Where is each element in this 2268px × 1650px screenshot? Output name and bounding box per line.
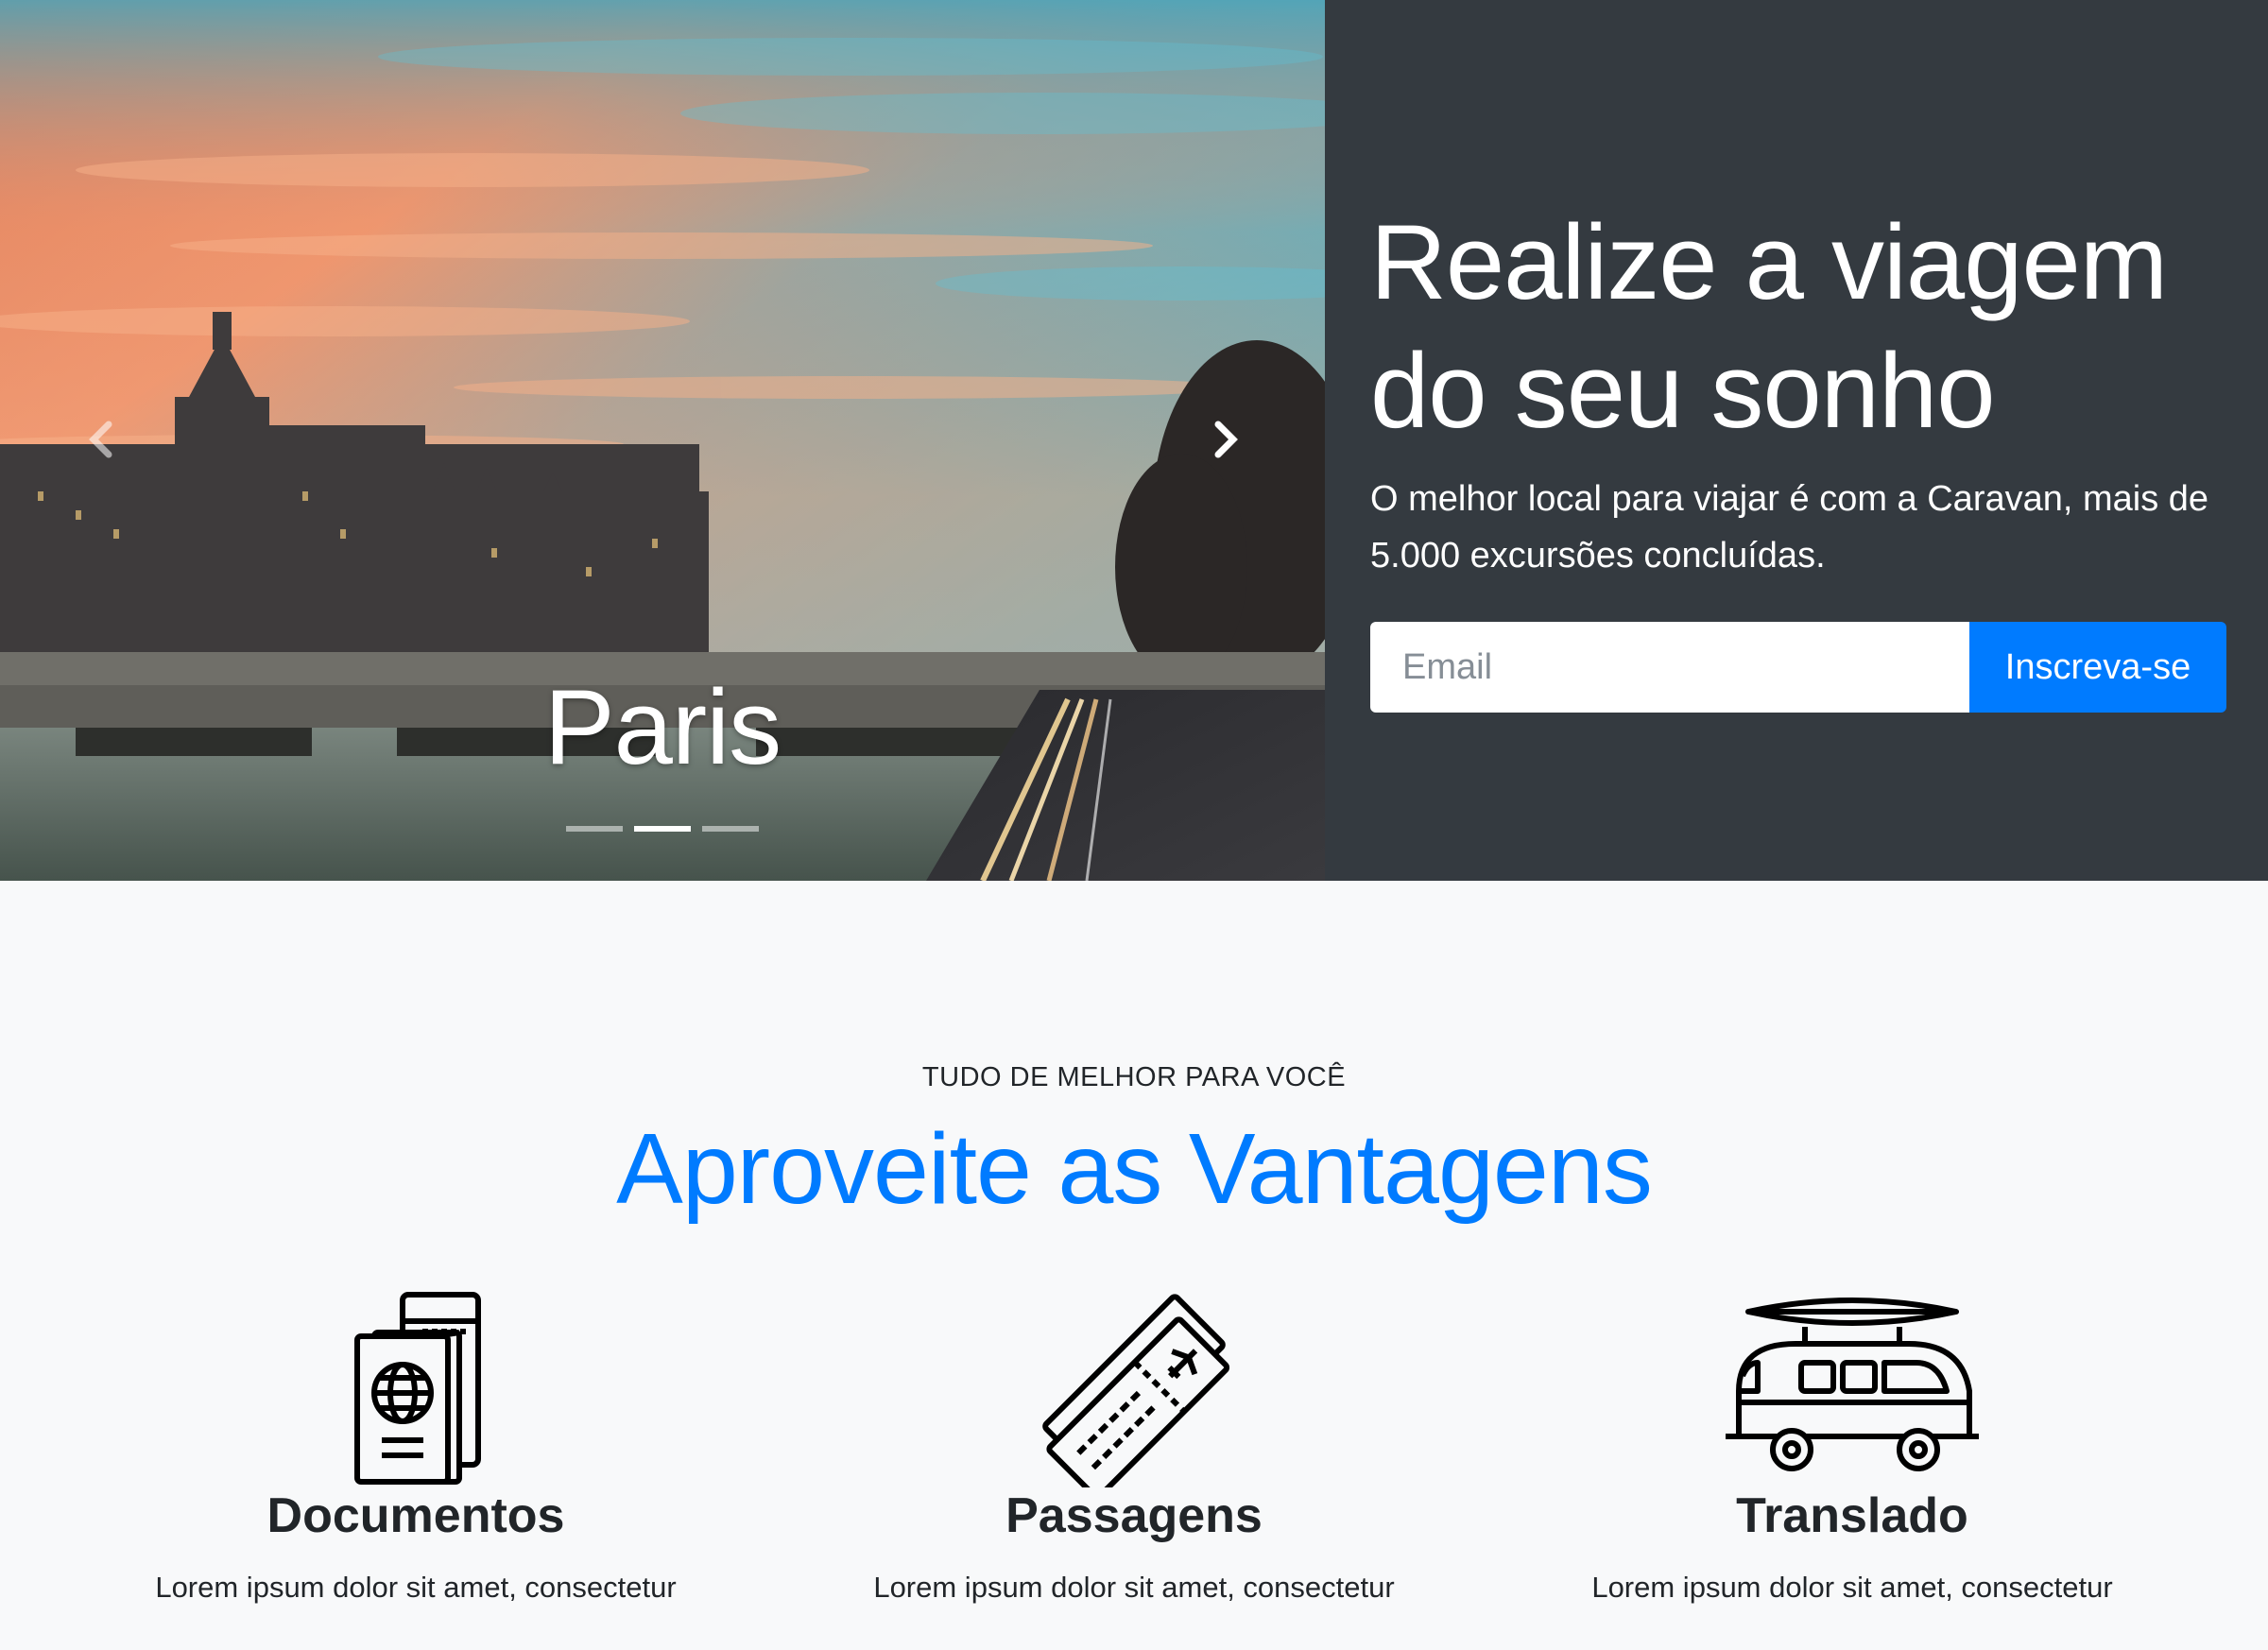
feature-card-translado: Translado Lorem ipsum dolor sit amet, co… [1493,1289,2211,1605]
feature-card-documentos: Documentos Lorem ipsum dolor sit amet, c… [57,1289,775,1605]
slide-caption: Paris [543,668,782,786]
chevron-left-icon [89,421,112,458]
carousel-indicator[interactable] [566,826,623,832]
features-heading: Aproveite as Vantagens [616,1113,1653,1225]
carousel-indicator[interactable] [702,826,759,832]
carousel-prev-button[interactable] [68,406,134,473]
feature-card-passagens: Passagens Lorem ipsum dolor sit amet, co… [775,1289,1493,1605]
features-eyebrow: TUDO DE MELHOR PARA VOCÊ [921,1062,1347,1092]
feature-text: Lorem ipsum dolor sit amet, consectetur [1591,1571,2113,1604]
hero-section: Paris Realize a viagem do seu sonho O me… [0,0,2268,881]
promo-title: Realize a viagem do seu sonho [1370,203,2168,450]
plane-tickets-icon [1042,1294,1230,1487]
email-input[interactable] [1370,622,1969,713]
feature-title: Translado [1736,1488,1968,1543]
promo-description: O melhor local para viajar é com a Carav… [1370,479,2209,576]
feature-title: Documentos [266,1488,565,1543]
signup-panel: Realize a viagem do seu sonho O melhor l… [1325,0,2268,881]
carousel-indicators [0,826,1325,832]
chevron-right-icon [1214,421,1238,458]
signup-button[interactable]: Inscreva-se [1969,622,2226,713]
carousel-indicator-active[interactable] [634,826,691,832]
feature-text: Lorem ipsum dolor sit amet, consectetur [155,1571,677,1604]
signup-form: Inscreva-se [1370,622,2226,713]
image-carousel[interactable]: Paris [0,0,1325,881]
features-section: TUDO DE MELHOR PARA VOCÊ Aproveite as Va… [0,881,2268,1650]
carousel-next-button[interactable] [1193,406,1259,473]
van-icon [1726,1298,1979,1471]
feature-title: Passagens [1005,1488,1263,1543]
passport-icon [354,1292,481,1485]
feature-text: Lorem ipsum dolor sit amet, consectetur [873,1571,1395,1604]
